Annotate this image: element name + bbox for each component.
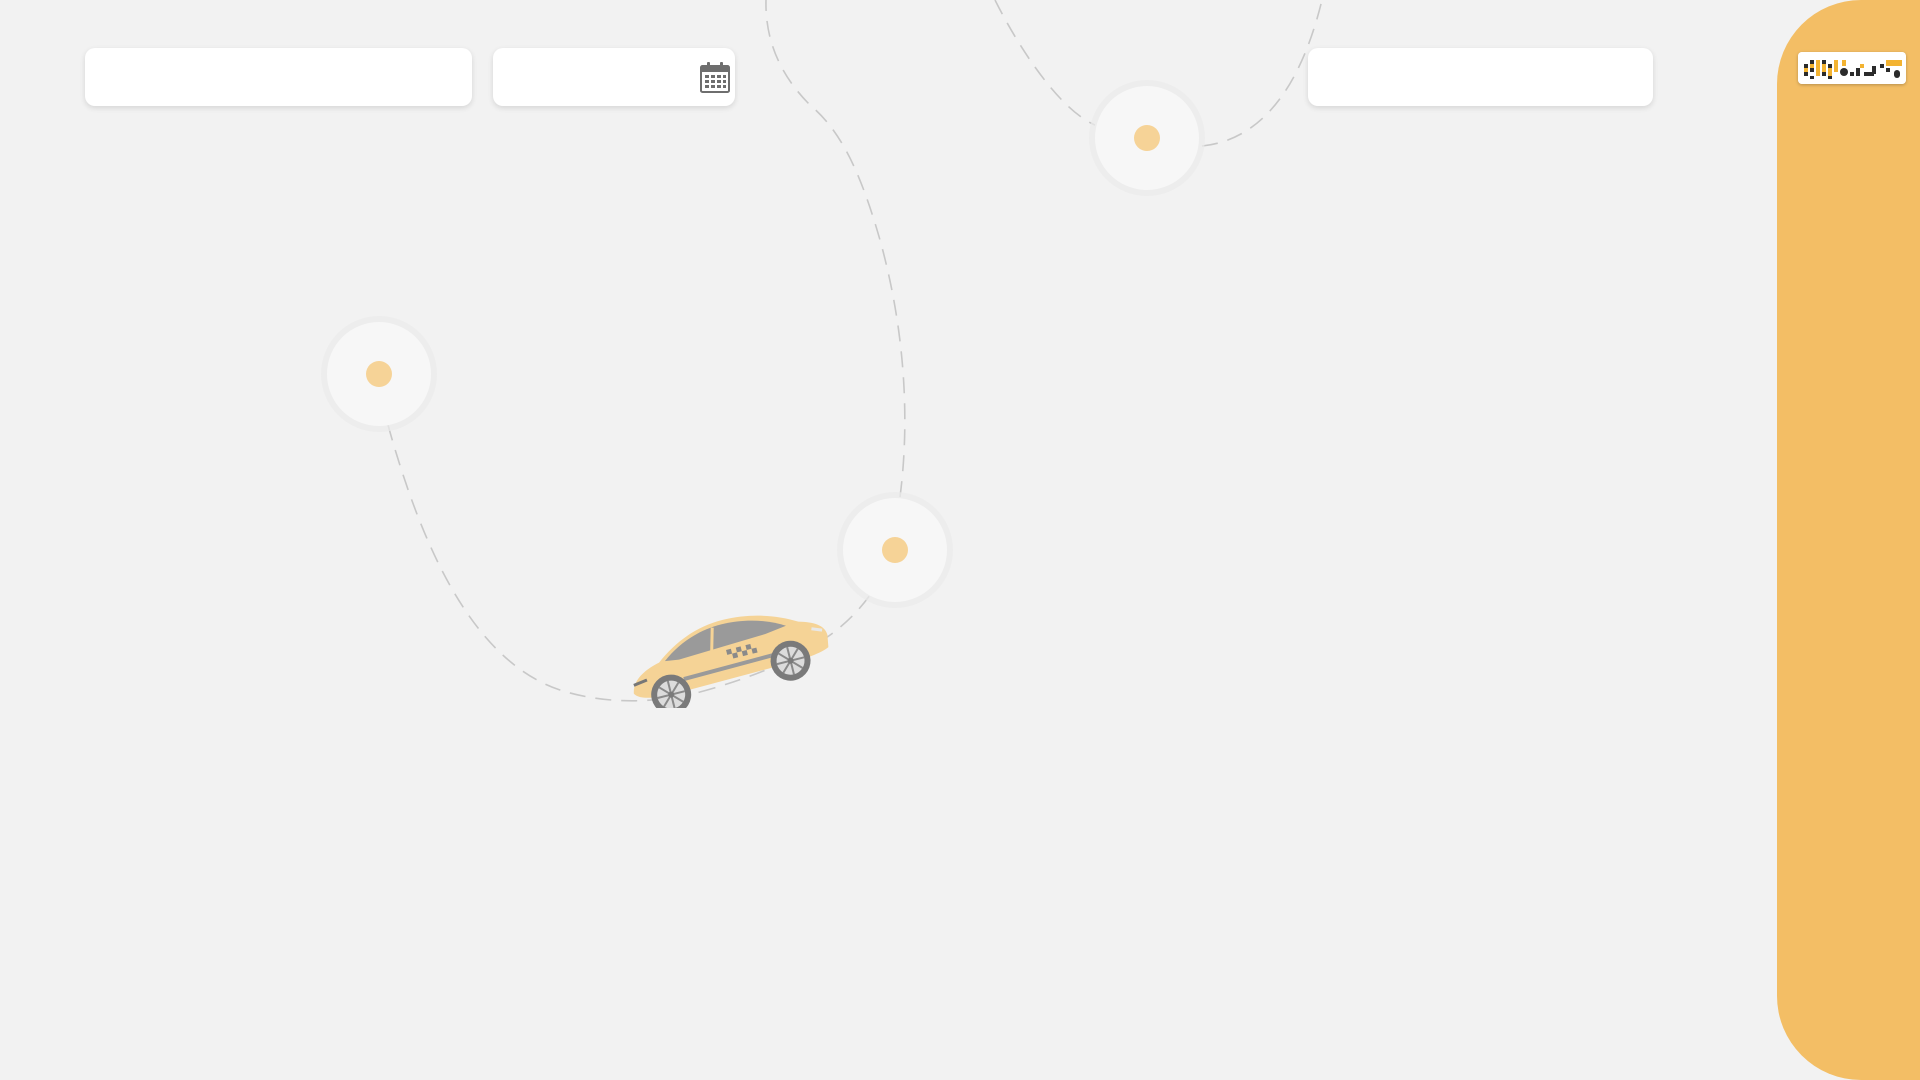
side-panel: [1777, 0, 1920, 1080]
booking-screen: [0, 0, 1920, 1080]
route-path-map: [387, 0, 1323, 702]
taxi-car-illustration: [633, 615, 829, 708]
route-segment-stop3-to-top: [1201, 0, 1323, 147]
origin-field[interactable]: [85, 48, 472, 106]
route-stop-marker: [1095, 86, 1199, 190]
date-input[interactable]: [509, 48, 687, 106]
stop-dot: [882, 537, 908, 563]
date-field[interactable]: [493, 48, 735, 106]
stop-dot: [366, 361, 392, 387]
destination-input[interactable]: [1324, 48, 1637, 106]
origin-input[interactable]: [101, 48, 456, 106]
route-stop-marker: [327, 322, 431, 426]
route-segment-top-to-stop3: [994, 0, 1096, 126]
destination-field[interactable]: [1308, 48, 1653, 106]
route-segment-stop2-to-top: [765, 0, 906, 498]
calendar-icon[interactable]: [700, 61, 730, 93]
brand-logo[interactable]: [1798, 52, 1906, 84]
stop-dot: [1134, 125, 1160, 151]
route-stop-marker: [843, 498, 947, 602]
